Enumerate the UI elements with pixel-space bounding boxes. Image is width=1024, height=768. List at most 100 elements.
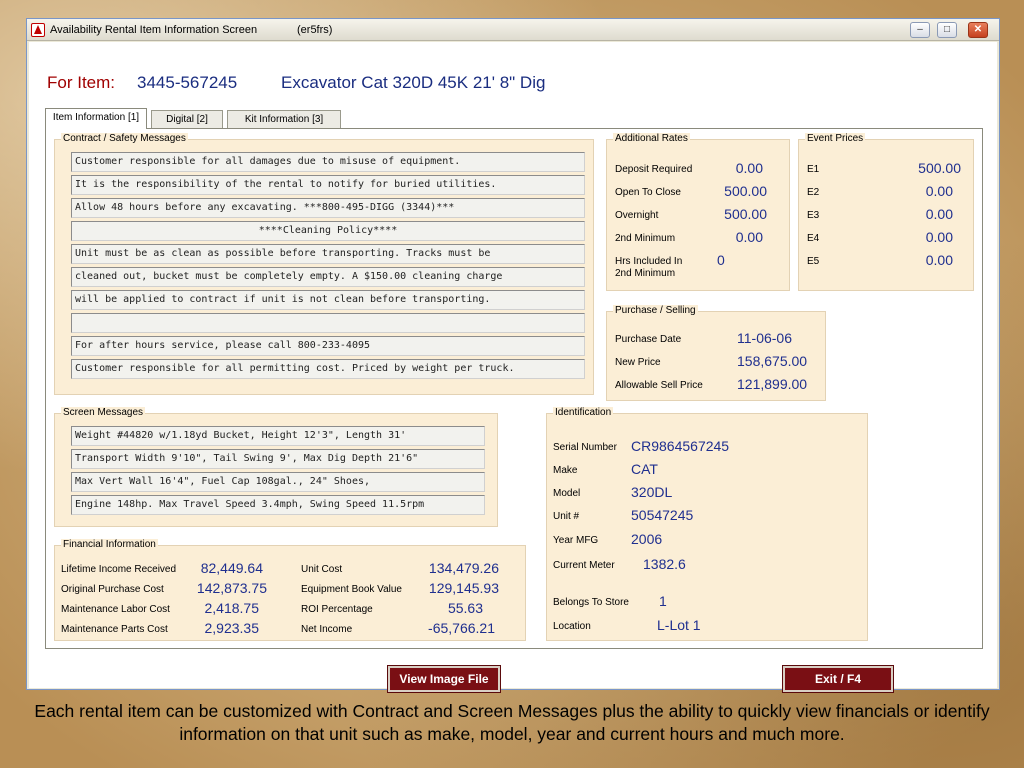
event-label: E1 bbox=[807, 164, 820, 175]
event-value: 0.00 bbox=[925, 183, 953, 199]
identification-label: Location bbox=[553, 621, 591, 632]
contract-line[interactable]: Allow 48 hours before any excavating. **… bbox=[71, 198, 585, 218]
additional-rates-group: Additional Rates Deposit Required 0.00 O… bbox=[606, 133, 790, 291]
event-value: 500.00 bbox=[918, 160, 961, 176]
item-description: Excavator Cat 320D 45K 21' 8" Dig bbox=[281, 73, 546, 92]
identification-value: CR9864567245 bbox=[631, 438, 730, 454]
financial-value: 129,145.93 bbox=[428, 580, 499, 596]
item-label: For Item: bbox=[47, 73, 116, 92]
screen-message-line[interactable]: Weight #44820 w/1.18yd Bucket, Height 12… bbox=[71, 426, 485, 446]
identification-value: CAT bbox=[631, 461, 658, 477]
financial-label: Maintenance Labor Cost bbox=[61, 604, 170, 615]
identification-label: Unit # bbox=[553, 511, 580, 522]
event-value: 0.00 bbox=[925, 229, 953, 245]
purchase-value: 121,899.00 bbox=[737, 376, 808, 392]
rate-label: Open To Close bbox=[615, 187, 681, 198]
contract-line[interactable]: It is the responsibility of the rental t… bbox=[71, 175, 585, 195]
screen-messages-group: Screen Messages Weight #44820 w/1.18yd B… bbox=[54, 407, 498, 527]
slide-caption: Each rental item can be customized with … bbox=[34, 701, 990, 744]
identification-value: 2006 bbox=[631, 531, 663, 547]
rate-value: 0.00 bbox=[735, 160, 763, 176]
event-label: E3 bbox=[807, 210, 820, 221]
purchase-label: Purchase Date bbox=[615, 334, 682, 345]
identification-label: Model bbox=[553, 488, 581, 499]
tab-panel-item-information: Contract / Safety Messages Customer resp… bbox=[45, 128, 983, 649]
rate-label: Overnight bbox=[615, 210, 659, 221]
purchase-label: New Price bbox=[615, 357, 661, 368]
contract-line[interactable]: cleaned out, bucket must be completely e… bbox=[71, 267, 585, 287]
tab-digital[interactable]: Digital [2] bbox=[151, 110, 223, 128]
rate-label-2: 2nd Minimum bbox=[615, 268, 676, 279]
financial-value: 82,449.64 bbox=[200, 560, 263, 576]
screen-messages-title: Screen Messages bbox=[61, 407, 146, 419]
minimize-icon[interactable]: – bbox=[910, 22, 930, 38]
rate-value: 500.00 bbox=[724, 183, 767, 199]
identification-title: Identification bbox=[553, 407, 614, 419]
identification-label: Make bbox=[553, 465, 578, 476]
tab-item-information[interactable]: Item Information [1] bbox=[45, 108, 147, 129]
item-number: 3445-567245 bbox=[137, 73, 238, 92]
purchase-value: 158,675.00 bbox=[737, 353, 808, 369]
contract-line[interactable]: Customer responsible for all damages due… bbox=[71, 152, 585, 172]
contract-line[interactable]: Unit must be as clean as possible before… bbox=[71, 244, 585, 264]
screen-message-line[interactable]: Transport Width 9'10", Tail Swing 9', Ma… bbox=[71, 449, 485, 469]
purchase-selling-group: Purchase / Selling Purchase Date 11-06-0… bbox=[606, 305, 826, 401]
purchase-label: Allowable Sell Price bbox=[615, 380, 703, 391]
identification-value: 50547245 bbox=[631, 507, 694, 523]
contract-line[interactable]: Customer responsible for all permitting … bbox=[71, 359, 585, 379]
contract-line[interactable] bbox=[71, 313, 585, 333]
financial-label: Original Purchase Cost bbox=[61, 584, 164, 595]
contract-line[interactable]: For after hours service, please call 800… bbox=[71, 336, 585, 356]
window-title: Availability Rental Item Information Scr… bbox=[50, 24, 258, 36]
identification-label: Serial Number bbox=[553, 442, 617, 453]
financial-label: Lifetime Income Received bbox=[61, 564, 177, 575]
rate-label: 2nd Minimum bbox=[615, 233, 676, 244]
identification-value: 320DL bbox=[631, 484, 673, 500]
financial-label: Equipment Book Value bbox=[301, 584, 402, 595]
financial-value: 142,873.75 bbox=[196, 580, 267, 596]
title-bar[interactable]: Availability Rental Item Information Scr… bbox=[27, 19, 999, 41]
additional-rates-title: Additional Rates bbox=[613, 133, 690, 145]
tab-kit-information[interactable]: Kit Information [3] bbox=[227, 110, 341, 128]
contract-line[interactable]: ****Cleaning Policy**** bbox=[71, 221, 585, 241]
financial-label: Unit Cost bbox=[301, 564, 343, 575]
financial-value: 2,923.35 bbox=[204, 620, 260, 636]
financial-label: Net Income bbox=[301, 624, 353, 635]
identification-label: Current Meter bbox=[553, 560, 615, 571]
contract-messages-title: Contract / Safety Messages bbox=[61, 133, 188, 145]
contract-messages-group: Contract / Safety Messages Customer resp… bbox=[54, 133, 594, 395]
purchase-value: 11-06-06 bbox=[737, 330, 793, 346]
identification-value: 1382.6 bbox=[643, 556, 686, 572]
contract-line[interactable]: will be applied to contract if unit is n… bbox=[71, 290, 585, 310]
rate-label: Hrs Included In bbox=[615, 256, 683, 267]
client-area: For Item: 3445-567245 Excavator Cat 320D… bbox=[29, 42, 997, 693]
window-code: (er5frs) bbox=[297, 24, 333, 36]
identification-label: Belongs To Store bbox=[553, 597, 629, 608]
financial-info-group: Financial Information Lifetime Income Re… bbox=[54, 539, 526, 641]
rate-value: 500.00 bbox=[724, 206, 767, 222]
exit-button[interactable]: Exit / F4 bbox=[782, 665, 894, 693]
close-icon[interactable]: ✕ bbox=[968, 22, 988, 38]
identification-group: Identification Serial Number CR986456724… bbox=[546, 407, 868, 641]
maximize-icon[interactable]: □ bbox=[937, 22, 957, 38]
financial-info-title: Financial Information bbox=[61, 539, 158, 551]
financial-value: -65,766.21 bbox=[428, 620, 495, 636]
financial-value: 55.63 bbox=[447, 600, 483, 616]
identification-label: Year MFG bbox=[553, 535, 599, 546]
event-label: E5 bbox=[807, 256, 820, 267]
financial-label: Maintenance Parts Cost bbox=[61, 624, 168, 635]
identification-value: L-Lot 1 bbox=[657, 617, 701, 633]
event-value: 0.00 bbox=[925, 252, 953, 268]
event-value: 0.00 bbox=[925, 206, 953, 222]
purchase-selling-title: Purchase / Selling bbox=[613, 305, 698, 317]
event-prices-title: Event Prices bbox=[805, 133, 866, 145]
event-prices-group: Event Prices E1 500.00 E2 0.00 E3 0.00 E… bbox=[798, 133, 974, 291]
screen-message-line[interactable]: Engine 148hp. Max Travel Speed 3.4mph, S… bbox=[71, 495, 485, 515]
rate-value: 0.00 bbox=[735, 229, 763, 245]
rate-label: Deposit Required bbox=[615, 164, 693, 175]
identification-value: 1 bbox=[659, 593, 667, 609]
rate-value: 0 bbox=[717, 252, 725, 268]
event-label: E4 bbox=[807, 233, 820, 244]
screen-message-line[interactable]: Max Vert Wall 16'4", Fuel Cap 108gal., 2… bbox=[71, 472, 485, 492]
view-image-file-button[interactable]: View Image File bbox=[387, 665, 501, 693]
